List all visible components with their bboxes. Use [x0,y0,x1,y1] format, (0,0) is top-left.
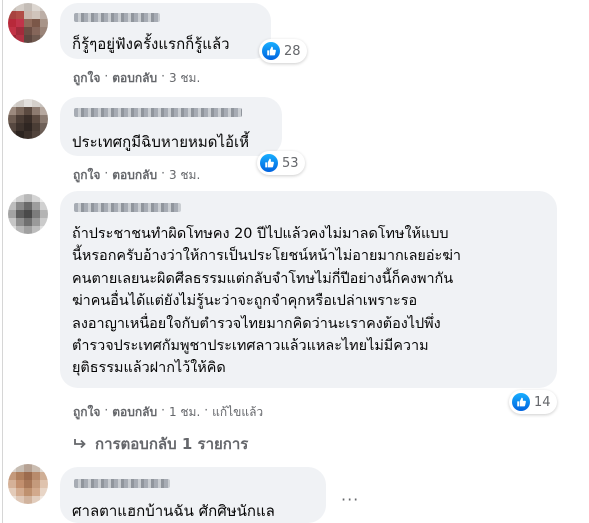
reply-arrow-icon [74,439,86,449]
like-button[interactable]: ถูกใจ [73,69,100,88]
reaction-summary[interactable]: 14 [509,390,557,414]
avatar[interactable] [8,194,48,234]
reaction-summary[interactable]: 28 [259,39,307,63]
left-divider [2,0,3,523]
replies-count-label: การตอบกลับ 1 รายการ [95,435,249,453]
reply-button[interactable]: ตอบกลับ [112,69,157,88]
thumbs-up-icon [260,154,278,172]
avatar[interactable] [8,99,48,139]
author-name-blurred[interactable] [74,13,160,22]
reaction-count: 28 [284,43,301,59]
reaction-count: 14 [534,394,551,410]
timestamp[interactable]: 3 ชม. [169,69,200,88]
comment-actions: ถูกใจ · ตอบกลับ · 3 ชม. [73,69,200,88]
comment-actions: ถูกใจ · ตอบกลับ · 3 ชม. [73,166,200,185]
reply-button[interactable]: ตอบกลับ [112,403,157,422]
timestamp[interactable]: 1 ชม. [169,403,200,422]
avatar[interactable] [8,3,48,43]
comment-text: ก็รู้ๆอยู่ฟังครั้งแรกก็รู้แล้ว [72,35,230,53]
edited-label[interactable]: แก้ไขแล้ว [212,403,263,422]
author-name-blurred[interactable] [74,479,170,488]
comment-actions: ถูกใจ · ตอบกลับ · 1 ชม. · แก้ไขแล้ว [73,403,263,422]
more-options-icon[interactable]: ··· [341,490,359,509]
timestamp[interactable]: 3 ชม. [169,166,200,185]
like-button[interactable]: ถูกใจ [73,166,100,185]
comment-text: ประเทศกูมีฉิบหายหมดไอ้เหี้ [72,133,250,151]
comment-text: ถ้าประชาชนทำผิดโทษคง 20 ปีไปแล้วคงไม่มาล… [72,226,461,377]
thumbs-up-icon [512,393,530,411]
reply-button[interactable]: ตอบกลับ [112,166,157,185]
view-replies-link[interactable]: การตอบกลับ 1 รายการ [73,432,248,456]
author-name-blurred[interactable] [74,108,242,117]
reaction-count: 53 [282,155,299,171]
like-button[interactable]: ถูกใจ [73,403,100,422]
author-name-blurred[interactable] [74,203,181,212]
avatar[interactable] [8,464,48,504]
thumbs-up-icon [262,42,280,60]
comment-text: ศาลตาแฮกบ้านฉัน ศักศิษนักแล [72,502,275,520]
reaction-summary[interactable]: 53 [257,151,305,175]
